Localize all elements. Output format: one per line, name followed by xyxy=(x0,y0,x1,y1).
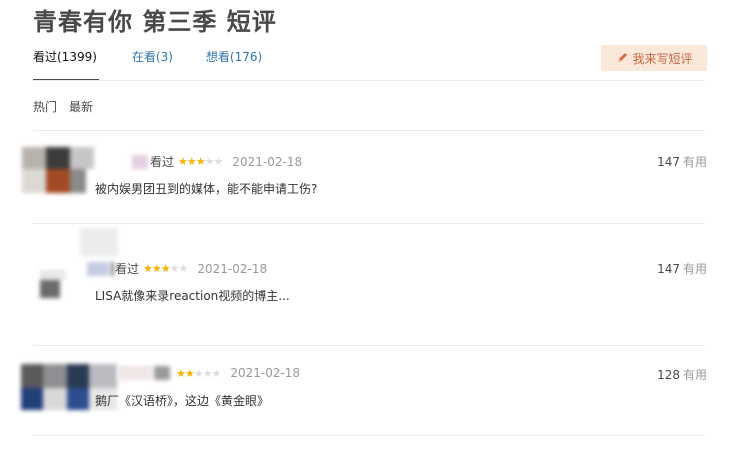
user-name[interactable] xyxy=(87,261,109,276)
comment-item: ★★★★★ 2021-02-18 128 有用 鹅厂《汉语桥》，这边《黄金眼》 xyxy=(20,362,710,442)
sort-latest[interactable]: 最新 xyxy=(69,98,93,115)
comment-item: 看过 ★★★★★ 2021-02-18 147 有用 LISA就像来录reacti… xyxy=(20,228,710,346)
write-review-button[interactable]: 我来写短评 xyxy=(601,45,707,71)
comment-meta: 看过 ★★★★★ 2021-02-18 xyxy=(132,153,302,170)
watch-status: 看过 xyxy=(115,262,140,276)
rating-stars: ★★★★★ xyxy=(178,155,223,168)
user-name[interactable] xyxy=(118,366,152,380)
comment-meta: ★★★★★ 2021-02-18 xyxy=(118,366,300,380)
vote-count[interactable]: 147 有用 xyxy=(657,153,707,170)
comment-item: 看过 ★★★★★ 2021-02-18 147 有用 被内娱男团丑到的媒体，能不能… xyxy=(20,144,710,224)
sort-bar: 热门 最新 xyxy=(33,98,105,115)
user-name[interactable] xyxy=(132,154,148,169)
useful-label: 有用 xyxy=(682,155,707,169)
avatar[interactable] xyxy=(22,147,94,197)
page-title: 青春有你 第三季 短评 xyxy=(33,8,277,36)
sort-hot[interactable]: 热门 xyxy=(33,98,57,115)
rating-stars: ★★★★★ xyxy=(143,262,188,275)
comment-date: 2021-02-18 xyxy=(197,261,268,276)
tab-watching[interactable]: 在看(3) xyxy=(132,48,173,79)
vote-count[interactable]: 147 有用 xyxy=(657,260,707,277)
user-name-fragment xyxy=(154,366,170,380)
divider xyxy=(33,435,705,436)
useful-label: 有用 xyxy=(682,262,707,276)
tab-wish[interactable]: 想看(176) xyxy=(206,48,262,79)
avatar-top-fragment xyxy=(80,228,118,256)
comment-text: 被内娱男团丑到的媒体，能不能申请工伤? xyxy=(95,182,318,196)
comment-date: 2021-02-18 xyxy=(232,154,303,169)
watch-status: 看过 xyxy=(150,155,175,169)
vote-count[interactable]: 128 有用 xyxy=(657,366,707,383)
avatar[interactable] xyxy=(38,266,68,302)
rating-stars: ★★★★★ xyxy=(176,366,221,380)
vote-number: 147 xyxy=(657,155,680,169)
write-review-label: 我来写短评 xyxy=(632,51,693,66)
status-tabs: 看过(1399) 在看(3) 想看(176) xyxy=(33,48,295,81)
vote-number: 128 xyxy=(657,368,680,382)
pencil-icon xyxy=(615,51,629,65)
comment-text: 鹅厂《汉语桥》，这边《黄金眼》 xyxy=(95,394,270,408)
comment-text: LISA就像来录reaction视频的博主... xyxy=(95,289,290,303)
useful-label: 有用 xyxy=(682,368,707,382)
tab-watched[interactable]: 看过(1399) xyxy=(33,48,99,81)
divider xyxy=(33,130,705,131)
vote-number: 147 xyxy=(657,262,680,276)
comment-date: 2021-02-18 xyxy=(230,366,301,380)
tabs-divider xyxy=(33,80,705,81)
user-name-fragment xyxy=(111,261,114,276)
comment-meta: 看过 ★★★★★ 2021-02-18 xyxy=(87,260,267,277)
divider xyxy=(33,345,705,346)
divider xyxy=(33,223,705,224)
